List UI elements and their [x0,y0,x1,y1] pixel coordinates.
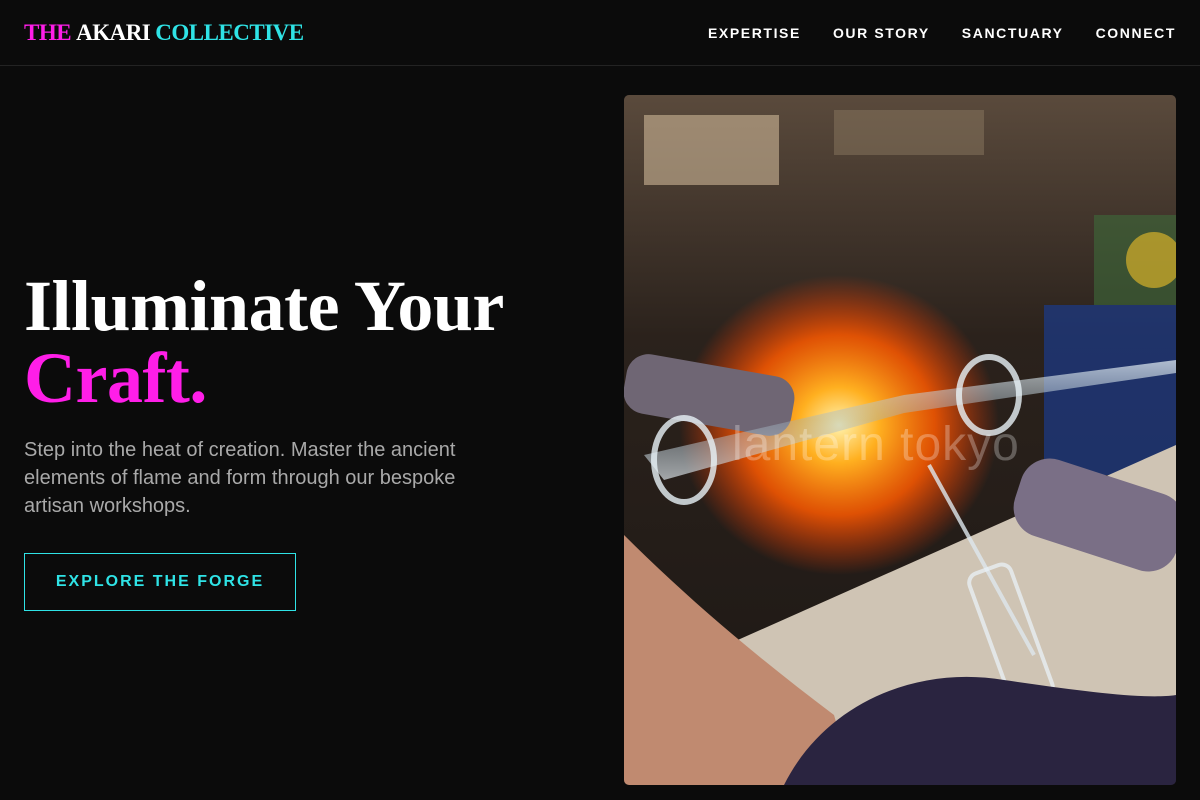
hero-headline: Illuminate Your Craft. [24,270,584,414]
hero-image-glassblowing: lantern tokyo [624,95,1176,785]
nav-link-sanctuary[interactable]: SANCTUARY [962,25,1064,41]
nav-link-our-story[interactable]: OUR STORY [833,25,930,41]
hero-headline-line2: Craft. [24,338,207,418]
brand-word-collective: COLLECTIVE [155,20,304,45]
brand-word-akari: AKARI [76,20,151,45]
image-watermark: lantern tokyo [732,418,1020,471]
explore-the-forge-button[interactable]: EXPLORE THE FORGE [24,553,296,611]
hero-subtext: Step into the heat of creation. Master t… [24,439,456,517]
hero-headline-line1: Illuminate Your [24,266,504,346]
nav-link-connect[interactable]: CONNECT [1096,25,1176,41]
top-navigation-bar: THE AKARI COLLECTIVE EXPERTISE OUR STORY… [0,0,1200,66]
nav-link-expertise[interactable]: EXPERTISE [708,25,801,41]
hero-section: Illuminate Your Craft. Step into the hea… [24,270,584,520]
main-nav: EXPERTISE OUR STORY SANCTUARY CONNECT [708,25,1176,41]
brand-word-the: THE [24,20,72,45]
brand-logo[interactable]: THE AKARI COLLECTIVE [24,21,304,44]
